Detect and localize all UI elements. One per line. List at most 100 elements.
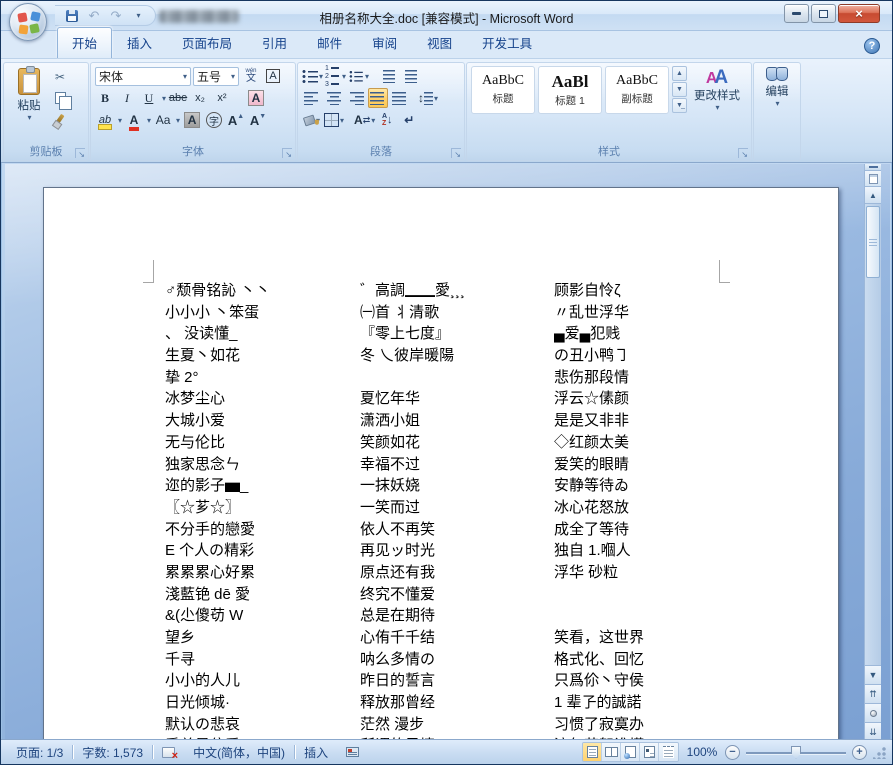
subscript-button[interactable]: x₂ (190, 88, 210, 108)
tab-developer[interactable]: 开发工具 (467, 27, 547, 58)
change-styles-button[interactable]: AA 更改样式 ▾ (690, 66, 744, 112)
bullets-button[interactable]: ▾ (302, 66, 323, 86)
page-indicator[interactable]: 页面: 1/3 (7, 740, 72, 764)
scroll-up-button[interactable]: ▲ (865, 187, 881, 204)
highlight-button[interactable]: ab (95, 110, 115, 130)
styles-dialog-launcher[interactable]: ↘ (738, 148, 748, 158)
font-color-button[interactable]: A (124, 110, 144, 130)
clipboard-dialog-launcher[interactable]: ↘ (75, 148, 85, 158)
character-shading-button[interactable]: A (182, 110, 202, 130)
office-button[interactable] (9, 3, 47, 41)
editing-group[interactable]: 编辑 ▾ (753, 62, 801, 161)
chevron-down-icon[interactable]: ▾ (118, 116, 122, 125)
paragraph-dialog-launcher[interactable]: ↘ (451, 148, 461, 158)
vertical-scrollbar[interactable]: ▲ ▼ ⇈ ⇊ (864, 164, 881, 741)
chevron-down-icon[interactable]: ▾ (176, 116, 180, 125)
bold-button[interactable]: B (95, 88, 115, 108)
align-left-button[interactable] (302, 88, 322, 108)
help-button[interactable]: ? (864, 38, 880, 54)
select-browse-object-button[interactable] (865, 703, 881, 722)
draft-view-button[interactable] (659, 743, 678, 761)
distribute-button[interactable] (390, 88, 410, 108)
zoom-out-button[interactable]: − (725, 745, 740, 760)
align-right-button[interactable] (346, 88, 366, 108)
italic-button[interactable]: I (117, 88, 137, 108)
pinyin-icon: wén文 (245, 68, 256, 84)
tab-references[interactable]: 引用 (247, 27, 302, 58)
chevron-down-icon[interactable]: ▾ (147, 116, 151, 125)
zoom-slider-thumb[interactable] (791, 746, 801, 759)
clear-formatting-button[interactable]: A (246, 88, 266, 108)
style-card-heading1[interactable]: AaBl 标题 1 (538, 66, 602, 114)
superscript-button[interactable]: x² (212, 88, 232, 108)
styles-more-button[interactable]: ▼̲ (672, 98, 687, 113)
increase-indent-button[interactable] (401, 66, 421, 86)
close-button[interactable]: × (838, 4, 880, 23)
doc-line (360, 367, 545, 389)
show-hide-marks-button[interactable]: ↵ (399, 110, 419, 130)
line-spacing-button[interactable]: ↕▾ (418, 88, 438, 108)
tab-insert[interactable]: 插入 (112, 27, 167, 58)
restore-button[interactable] (811, 4, 836, 23)
borders-button[interactable]: ▾ (324, 110, 344, 130)
doc-line: 『零上七度』 (360, 323, 545, 345)
tab-page-layout[interactable]: 页面布局 (167, 27, 247, 58)
character-border-button[interactable]: A (263, 66, 283, 86)
tab-review[interactable]: 审阅 (357, 27, 412, 58)
paste-button[interactable]: 粘贴 ▾ (8, 66, 50, 143)
spellcheck-status[interactable] (153, 740, 184, 764)
minimize-button[interactable] (784, 4, 809, 23)
macro-record-button[interactable] (337, 740, 368, 764)
zoom-in-button[interactable]: + (852, 745, 867, 760)
format-painter-button[interactable] (50, 109, 70, 129)
scrollbar-thumb[interactable] (866, 206, 880, 278)
shrink-font-button[interactable]: A▼ (248, 110, 268, 130)
asian-layout-button[interactable]: A⇄▾ (354, 110, 375, 130)
font-name-combo[interactable]: 宋体▾ (95, 67, 191, 86)
language-indicator[interactable]: 中文(简体，中国) (184, 740, 294, 764)
cut-button[interactable]: ✂ (50, 67, 70, 87)
styles-scroll-up[interactable]: ▲ (672, 66, 687, 81)
chevron-down-icon[interactable]: ▾ (162, 94, 166, 103)
tab-home[interactable]: 开始 (57, 27, 112, 58)
font-dialog-launcher[interactable]: ↘ (282, 148, 292, 158)
change-case-icon: Aa (156, 113, 171, 127)
zoom-slider[interactable] (746, 745, 846, 760)
copy-button[interactable] (50, 88, 70, 108)
style-card-title[interactable]: AaBbC 标题 (471, 66, 535, 114)
tab-view[interactable]: 视图 (412, 27, 467, 58)
ruler-toggle-button[interactable] (865, 171, 881, 187)
multilevel-list-button[interactable]: ▾ (348, 66, 369, 86)
underline-button[interactable]: U (139, 88, 159, 108)
resize-grip[interactable] (873, 746, 886, 759)
highlight-icon: ab (99, 114, 111, 126)
scroll-down-button[interactable]: ▼ (865, 665, 881, 684)
pinyin-guide-button[interactable]: wén文 (241, 66, 261, 86)
previous-page-button[interactable]: ⇈ (865, 684, 881, 703)
styles-scroll-down[interactable]: ▼ (672, 82, 687, 97)
font-size-combo[interactable]: 五号▾ (193, 67, 239, 86)
word-count[interactable]: 字数: 1,573 (73, 740, 152, 764)
doc-line: 默认の悲哀 (165, 714, 350, 736)
split-handle[interactable] (865, 164, 881, 171)
sort-button[interactable]: AZ↓ (377, 110, 397, 130)
document-page[interactable]: ♂颓骨铭訫 丶丶小小小 丶笨蛋、 没读懂_生夏丶如花挚 2°冰梦尘心大城小爱无与… (43, 187, 839, 741)
strikethrough-button[interactable]: abe (168, 88, 188, 108)
numbering-button[interactable]: 123▾ (325, 66, 346, 86)
decrease-indent-button[interactable] (379, 66, 399, 86)
tab-mailings[interactable]: 邮件 (302, 27, 357, 58)
enclose-characters-button[interactable]: 字 (204, 110, 224, 130)
zoom-level[interactable]: 100% (685, 745, 719, 759)
style-preview: AaBbC (482, 74, 524, 88)
outline-view-button[interactable] (640, 743, 659, 761)
fullscreen-reading-view-button[interactable] (602, 743, 621, 761)
grow-font-button[interactable]: A▲ (226, 110, 246, 130)
web-layout-view-button[interactable] (621, 743, 640, 761)
insert-mode-indicator[interactable]: 插入 (295, 740, 337, 764)
print-layout-view-button[interactable] (583, 743, 602, 761)
align-center-button[interactable] (324, 88, 344, 108)
justify-button[interactable] (368, 88, 388, 108)
change-case-button[interactable]: Aa (153, 110, 173, 130)
shading-button[interactable]: ▾ (302, 110, 322, 130)
style-card-subtitle[interactable]: AaBbC 副标题 (605, 66, 669, 114)
